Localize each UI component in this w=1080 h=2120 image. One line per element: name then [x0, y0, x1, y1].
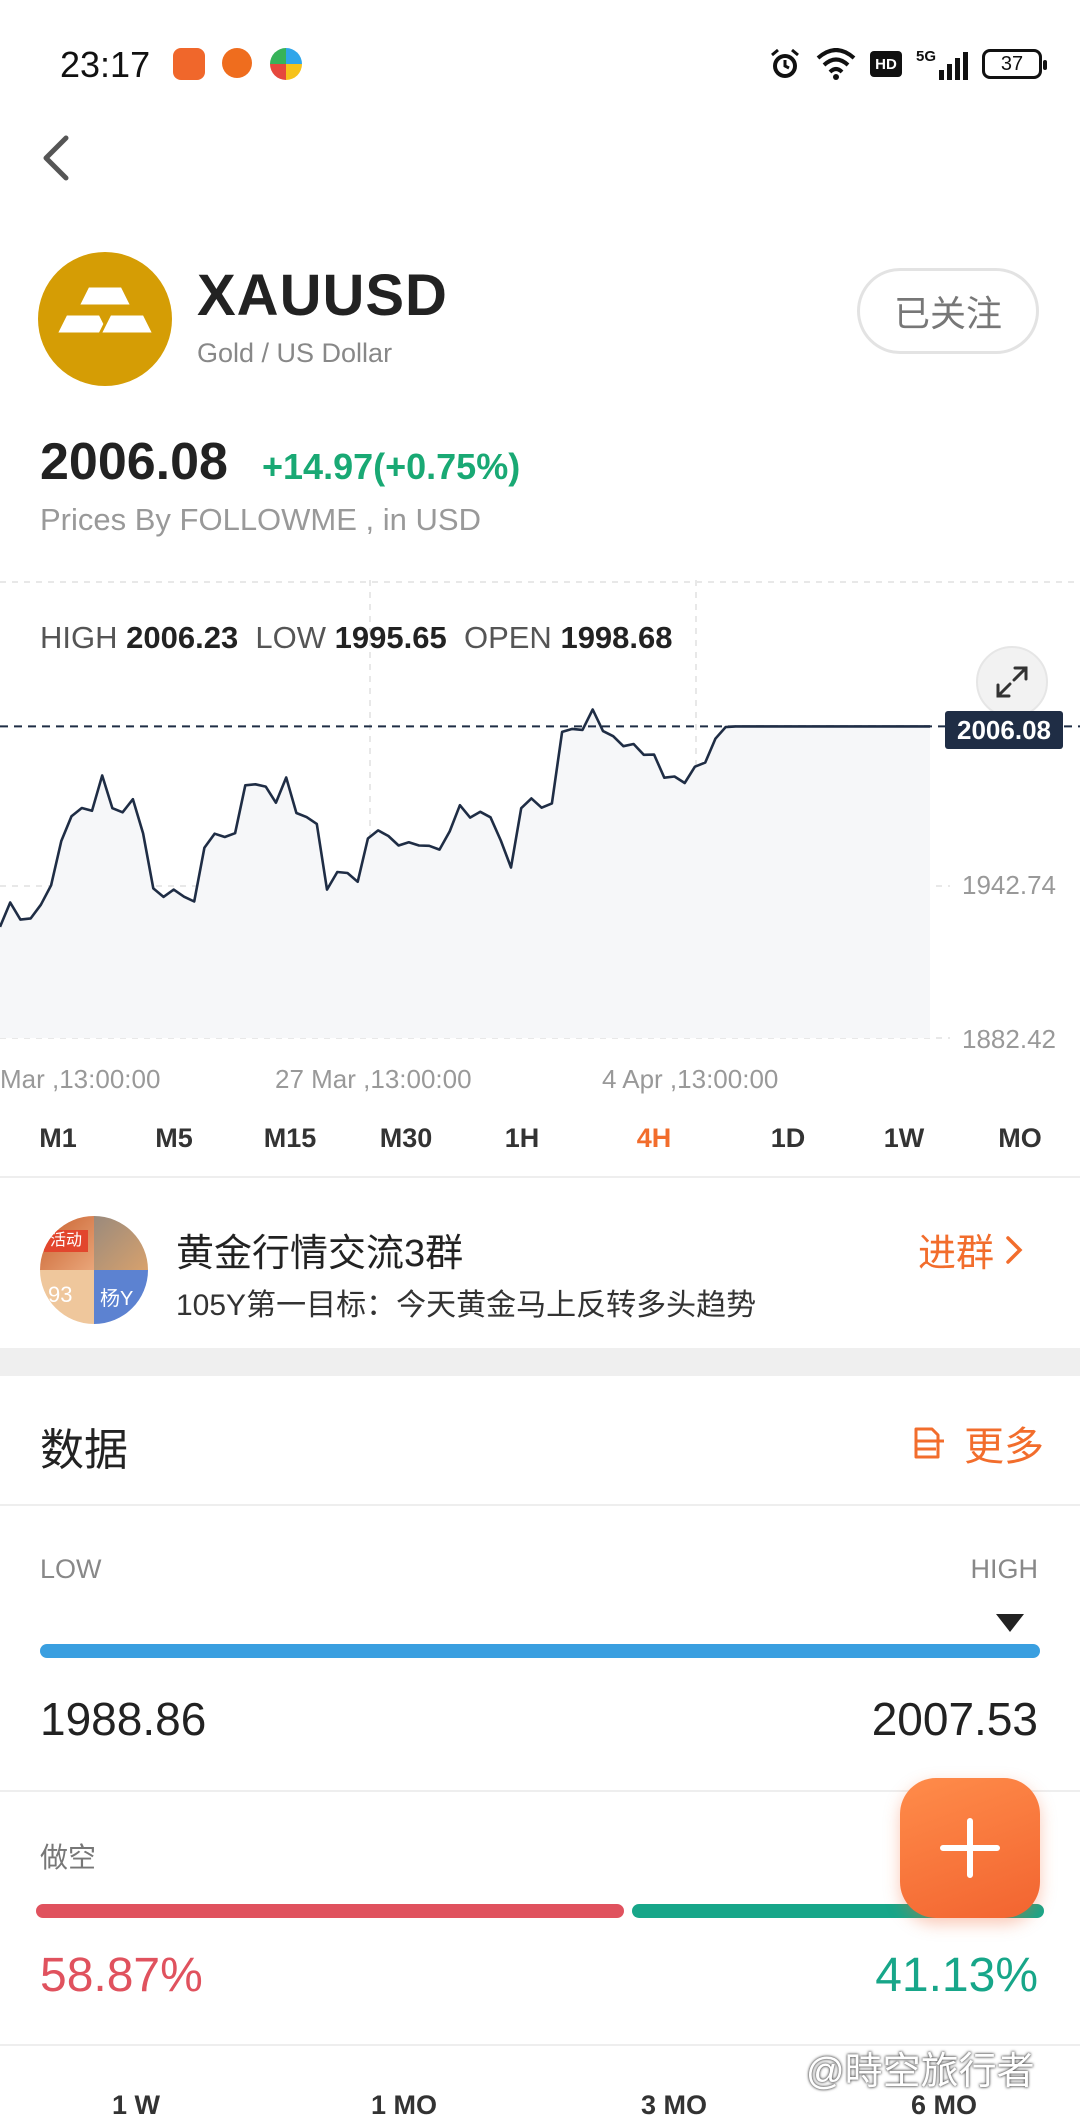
expand-chart-button[interactable] [976, 646, 1048, 718]
battery-icon: 37 [982, 49, 1047, 79]
hd-icon: HD [869, 51, 902, 77]
range-position-marker [996, 1614, 1024, 1632]
range-high-value: 2007.53 [871, 1693, 1038, 1745]
add-button[interactable] [900, 1778, 1040, 1918]
price-change: +14.97(+0.75%) [262, 446, 521, 487]
range-high-label: HIGH [970, 1554, 1039, 1584]
wifi-icon [816, 48, 856, 80]
timeframe-tab-m1[interactable]: M1 [0, 1110, 118, 1166]
plus-icon [940, 1818, 1000, 1878]
price-area [0, 709, 930, 1038]
list-icon [914, 1427, 944, 1459]
range-bar [40, 1644, 1040, 1658]
expand-arrows-icon [996, 666, 1028, 698]
timeframe-tab-4h[interactable]: 4H [594, 1110, 714, 1166]
y-axis-label: 1942.74 [962, 870, 1056, 900]
short-bar [36, 1904, 624, 1918]
clock: 23:17 [60, 44, 151, 85]
avatar-tile-label: 活动 [44, 1230, 88, 1252]
long-percentage: 41.13% [875, 1949, 1038, 2002]
symbol-subtitle: Gold / US Dollar [197, 338, 393, 368]
data-section-title: 数据 [40, 1426, 128, 1475]
high-value: 2006.23 [126, 620, 239, 655]
current-price-tag: 2006.08 [945, 711, 1063, 749]
status-icons: HD 5G 37 [768, 44, 1047, 84]
short-label: 做空 [40, 1842, 97, 1873]
current-price: 2006.08 [40, 433, 228, 491]
group-message: 105Y第一目标：今天黄金马上反转多头趋势 [176, 1289, 757, 1322]
status-bar: 23:17 HD 5G 37 [0, 0, 1080, 120]
avatar-tile-label: 93 [48, 1282, 73, 1307]
divider [0, 1504, 1080, 1506]
watermark: @時空旅行者 [806, 2051, 1035, 2093]
colorful-app-icon [270, 48, 302, 80]
timeframe-tab-1w[interactable]: 1W [844, 1110, 964, 1166]
low-label: LOW [255, 620, 327, 655]
period-tab-1mo[interactable]: 1 MO [334, 2090, 474, 2120]
back-button[interactable] [36, 128, 76, 188]
avatar-tile-label: 杨Y [100, 1288, 134, 1310]
open-value: 1998.68 [560, 620, 673, 655]
section-separator [0, 1348, 1080, 1376]
network-type: 5G [915, 48, 936, 65]
range-low-label: LOW [40, 1554, 102, 1584]
x-axis-label: 27 Mar ,13:00:00 [275, 1064, 472, 1094]
group-name[interactable]: 黄金行情交流3群 [176, 1222, 463, 1277]
chevron-right-icon [1006, 1235, 1023, 1264]
timeframe-tab-m5[interactable]: M5 [114, 1110, 234, 1166]
timeframe-tab-1h[interactable]: 1H [462, 1110, 582, 1166]
x-axis-label: 4 Apr ,13:00:00 [602, 1064, 779, 1094]
timeframe-tab-1d[interactable]: 1D [728, 1110, 848, 1166]
join-group-label: 进群 [918, 1233, 995, 1275]
divider [0, 1176, 1080, 1178]
f-app-icon [222, 48, 252, 78]
follow-button[interactable]: 已关注 [857, 268, 1039, 354]
gold-logo [38, 252, 172, 386]
range-low-value: 1988.86 [40, 1693, 207, 1745]
taobao-app-icon [173, 48, 205, 80]
x-axis-label: Mar ,13:00:00 [0, 1064, 161, 1094]
timeframe-tab-m30[interactable]: M30 [346, 1110, 466, 1166]
more-label: 更多 [964, 1425, 1044, 1469]
symbol-title: XAUUSD [197, 263, 448, 328]
low-value: 1995.65 [334, 620, 447, 655]
chevron-left-icon [43, 135, 69, 181]
group-avatar[interactable]: 活动 93 杨Y [40, 1216, 148, 1324]
timeframe-tabs: M1 M5 M15 M30 1H 4H 1D 1W MO [0, 1110, 1080, 1166]
short-percentage: 58.87% [40, 1949, 203, 2002]
signal-icon: 5G [916, 48, 968, 80]
price-chart[interactable] [0, 580, 1080, 1100]
gold-bars-icon [53, 284, 157, 336]
more-button[interactable]: 更多 [912, 1414, 1044, 1472]
alarm-icon [771, 48, 799, 78]
timeframe-tab-mo[interactable]: MO [960, 1110, 1080, 1166]
chart-stats: HIGH 2006.23 LOW 1995.65 OPEN 1998.68 [40, 620, 673, 656]
period-tab-1w[interactable]: 1 W [66, 2090, 206, 2120]
timeframe-tab-m15[interactable]: M15 [230, 1110, 350, 1166]
high-label: HIGH [40, 620, 118, 655]
price-source: Prices By FOLLOWME , in USD [40, 502, 481, 537]
period-tab-3mo[interactable]: 3 MO [604, 2090, 744, 2120]
join-group-button[interactable]: 进群 [918, 1222, 1024, 1277]
open-label: OPEN [463, 620, 552, 655]
y-axis-label: 1882.42 [962, 1024, 1056, 1054]
